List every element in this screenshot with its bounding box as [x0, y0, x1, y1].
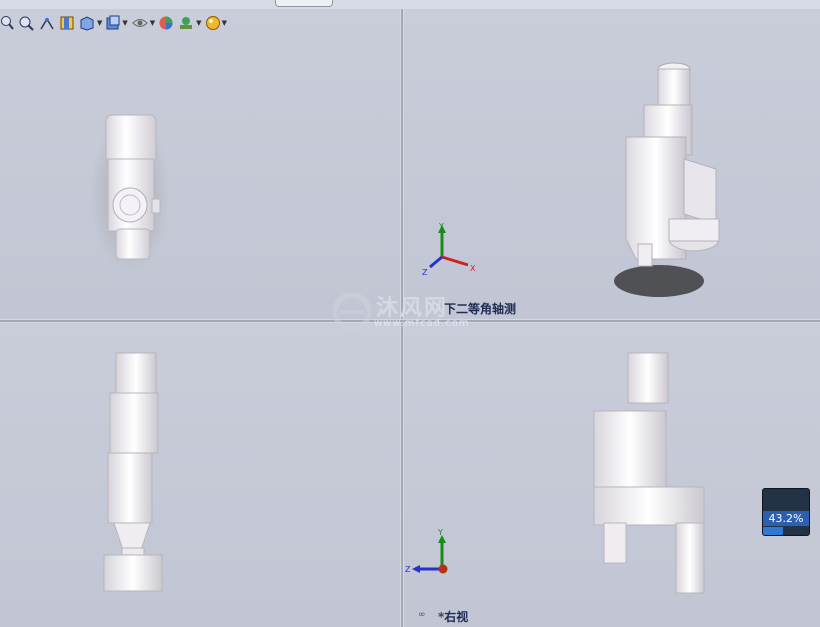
view-label-isometric: 下二等角轴测	[444, 302, 517, 316]
viewport-bottom-right[interactable]: Y Z ∞ *右视	[404, 323, 820, 627]
zoom-to-area-icon[interactable]	[17, 13, 35, 33]
triad-z-label: Z	[422, 268, 428, 277]
edit-appearance-icon[interactable]	[158, 13, 174, 33]
viewport-top-left[interactable]	[0, 9, 400, 319]
view-label-right: *右视	[438, 610, 469, 624]
viewport-top-right[interactable]: Y X Z 下二等角轴测	[404, 9, 820, 319]
display-style-icon[interactable]: ▼	[105, 13, 128, 33]
triad-x-label: X	[470, 264, 476, 273]
triad-z-label: Z	[405, 565, 411, 574]
progress-fill	[763, 527, 783, 535]
triad-y-label: Y	[438, 222, 444, 231]
apply-scene-icon[interactable]: ▼	[177, 13, 202, 33]
model-right-view	[593, 352, 705, 594]
hide-show-items-icon[interactable]: ▼	[131, 13, 155, 33]
progress-text: 43.2%	[763, 511, 809, 526]
model-top-view	[90, 114, 170, 274]
axis-triad-right: Y Z	[405, 528, 448, 574]
axis-triad: Y X Z	[422, 222, 476, 277]
collapse-tab[interactable]	[275, 0, 333, 7]
model-front-view	[103, 352, 163, 592]
progress-indicator: 43.2%	[762, 488, 810, 536]
zoom-to-fit-icon[interactable]	[0, 13, 14, 33]
previous-view-icon[interactable]	[38, 13, 56, 33]
triad-y-label: Y	[437, 528, 443, 537]
watermark-logo	[332, 292, 372, 332]
view-link-icon: ∞	[418, 610, 426, 620]
viewport-bottom-left[interactable]	[0, 323, 400, 627]
heads-up-view-toolbar: ▼ ▼ ▼ ▼ ▼	[0, 12, 227, 34]
view-settings-icon[interactable]: ▼	[205, 13, 227, 33]
section-view-icon[interactable]	[59, 13, 75, 33]
watermark-url: www.mfcad.com	[374, 318, 470, 329]
view-orientation-icon[interactable]: ▼	[78, 13, 102, 33]
